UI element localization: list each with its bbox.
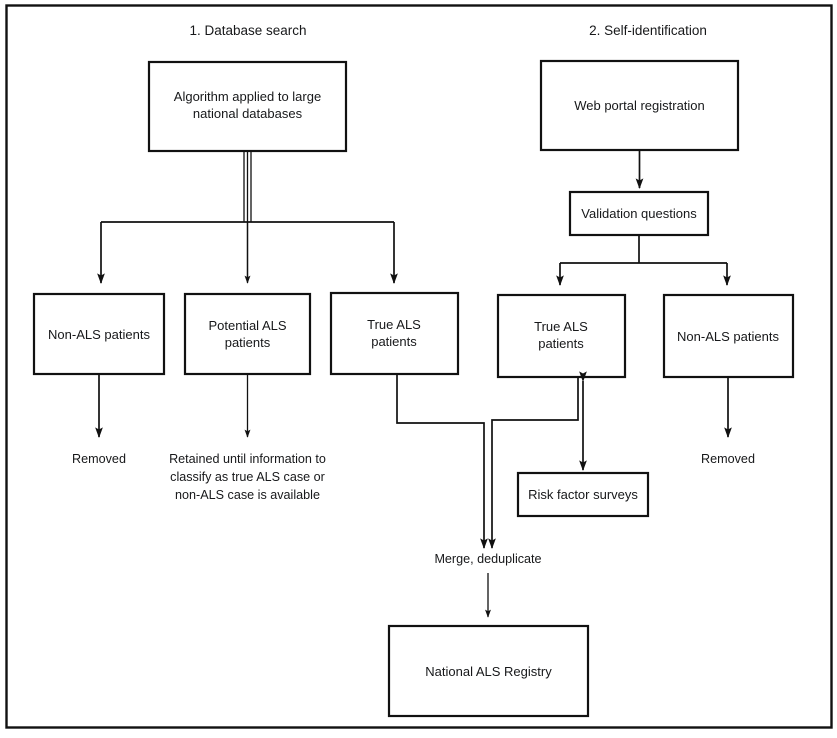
section-heading-database-search: 1. Database search [189, 23, 306, 38]
node-web-portal-registration-label: Web portal registration [574, 98, 705, 113]
section-heading-self-identification: 2. Self-identification [589, 23, 707, 38]
annotation-removed-right: Removed [701, 452, 755, 466]
node-algorithm-applied-label-line2: national databases [193, 106, 303, 121]
annotation-retained-line2: classify as true ALS case or [170, 470, 325, 484]
node-potential-als-patients-label-line1: Potential ALS [208, 318, 286, 333]
flowchart-canvas: 1. Database search 2. Self-identificatio… [5, 4, 833, 729]
node-left-true-als-patients-label-line1: True ALS [367, 317, 421, 332]
node-national-als-registry-label: National ALS Registry [425, 664, 552, 679]
node-right-non-als-patients-label: Non-ALS patients [677, 329, 779, 344]
annotation-merge-deduplicate: Merge, deduplicate [434, 552, 541, 566]
node-potential-als-patients-label-line2: patients [225, 335, 271, 350]
node-left-true-als-patients-label-line2: patients [371, 334, 417, 349]
annotation-retained-line3: non-ALS case is available [175, 488, 320, 502]
flowchart-figure: 1. Database search 2. Self-identificatio… [0, 0, 837, 738]
edge-right-true-als-to-merge [488, 377, 579, 550]
annotation-removed-left: Removed [72, 452, 126, 466]
node-validation-questions-label: Validation questions [581, 206, 697, 221]
node-algorithm-applied-label-line1: Algorithm applied to large [174, 89, 321, 104]
node-right-true-als-patients-label-line1: True ALS [534, 319, 588, 334]
edge-left-true-als-to-merge [396, 374, 488, 550]
node-right-true-als-patients-label-line2: patients [538, 336, 584, 351]
node-potential-als-patients[interactable] [183, 292, 312, 376]
node-risk-factor-surveys-label: Risk factor surveys [528, 487, 638, 502]
node-left-non-als-patients-label: Non-ALS patients [48, 327, 150, 342]
annotation-retained-line1: Retained until information to [169, 452, 326, 466]
